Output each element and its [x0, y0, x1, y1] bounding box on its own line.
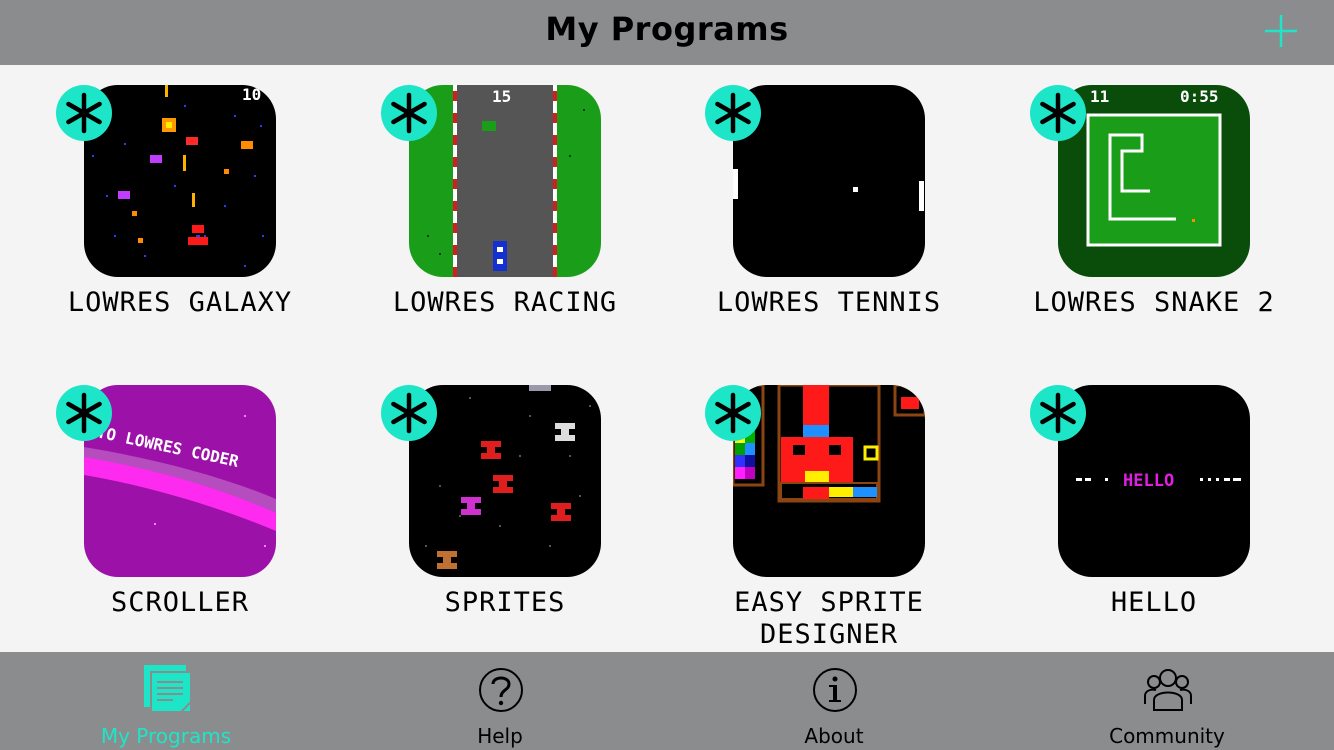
program-lowres-galaxy[interactable]: 10 LOWRES GALAXY	[30, 65, 330, 345]
snake-screenshot: 11 0:55	[1058, 85, 1250, 277]
tab-my-programs[interactable]: My Programs	[16, 652, 316, 750]
hello-screenshot: HELLO	[1058, 385, 1250, 577]
program-thumbnail	[733, 85, 925, 277]
program-title: EASY SPRITE DESIGNER	[734, 587, 924, 650]
tab-label: My Programs	[100, 724, 232, 748]
program-hello[interactable]: HELLO HELLO	[1004, 365, 1304, 645]
asterisk-icon	[1030, 385, 1086, 441]
svg-text:0:55: 0:55	[1180, 87, 1219, 106]
sprite-designer-screenshot	[733, 385, 925, 577]
info-icon	[811, 664, 859, 714]
tab-community[interactable]: Community	[1017, 652, 1317, 750]
navigation-bar: My Programs	[0, 0, 1334, 65]
program-title: HELLO	[1110, 587, 1198, 618]
program-thumbnail: HELLO	[1058, 385, 1250, 577]
asterisk-icon	[56, 85, 112, 141]
galaxy-screenshot: 10	[84, 85, 276, 277]
program-thumbnail: 11 0:55	[1058, 85, 1250, 277]
asterisk-icon	[705, 385, 761, 441]
sprites-screenshot	[409, 385, 601, 577]
program-title: LOWRES TENNIS	[716, 287, 942, 318]
tab-label: Community	[1109, 724, 1225, 748]
programs-grid: 10 LOWRES GALAXY 15 LOWRES RACING LOWRES…	[0, 65, 1334, 652]
page-title: My Programs	[545, 10, 789, 48]
help-icon	[477, 664, 525, 714]
svg-text:15: 15	[492, 87, 511, 106]
asterisk-icon	[1030, 85, 1086, 141]
asterisk-icon	[705, 85, 761, 141]
tab-bar: My Programs Help About Community	[0, 652, 1334, 750]
program-title: LOWRES RACING	[392, 287, 618, 318]
asterisk-icon	[56, 385, 112, 441]
program-thumbnail	[409, 385, 601, 577]
program-title: SCROLLER	[110, 587, 250, 618]
program-thumbnail: TO LOWRES CODER	[84, 385, 276, 577]
program-title: LOWRES GALAXY	[67, 287, 293, 318]
svg-text:11: 11	[1090, 87, 1109, 106]
scroller-screenshot: TO LOWRES CODER	[84, 385, 276, 577]
add-program-button[interactable]	[1264, 14, 1298, 48]
racing-screenshot: 15	[409, 85, 601, 277]
community-icon	[1144, 664, 1192, 714]
program-thumbnail	[733, 385, 925, 577]
programs-icon	[143, 664, 192, 714]
tab-help[interactable]: Help	[350, 652, 650, 750]
program-easy-sprite-designer[interactable]: EASY SPRITE DESIGNER	[679, 365, 979, 650]
program-lowres-tennis[interactable]: LOWRES TENNIS	[679, 65, 979, 345]
program-title: LOWRES SNAKE 2	[1033, 287, 1275, 318]
tab-about[interactable]: About	[684, 652, 984, 750]
program-title: SPRITES	[444, 587, 566, 618]
svg-text:HELLO: HELLO	[1123, 471, 1174, 491]
program-lowres-snake-2[interactable]: 11 0:55 LOWRES SNAKE 2	[1004, 65, 1304, 345]
program-thumbnail: 10	[84, 85, 276, 277]
program-scroller[interactable]: TO LOWRES CODER SCROLLER	[30, 365, 330, 645]
svg-text:10: 10	[242, 85, 261, 104]
plus-icon	[1265, 15, 1297, 47]
asterisk-icon	[381, 85, 437, 141]
tab-label: Help	[477, 724, 523, 748]
tennis-screenshot	[733, 85, 925, 277]
program-sprites[interactable]: SPRITES	[355, 365, 655, 645]
asterisk-icon	[381, 385, 437, 441]
tab-label: About	[804, 724, 864, 748]
program-thumbnail: 15	[409, 85, 601, 277]
program-lowres-racing[interactable]: 15 LOWRES RACING	[355, 65, 655, 345]
